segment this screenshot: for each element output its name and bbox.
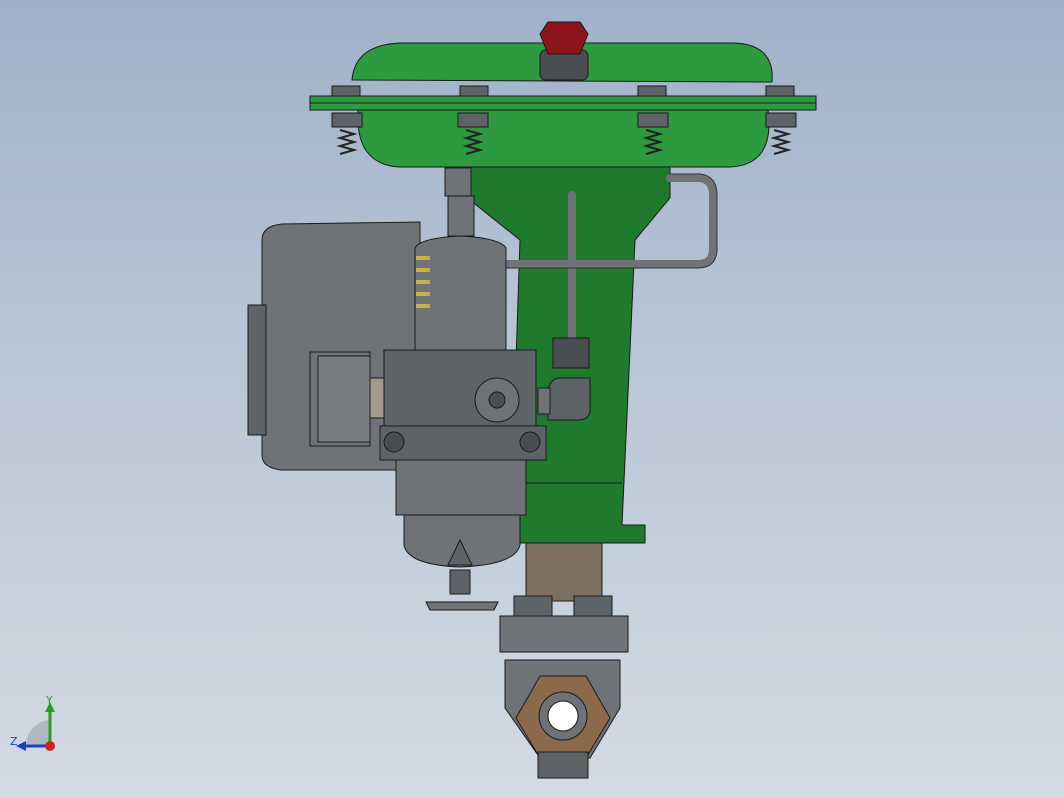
vent-cap [539,21,589,81]
z-axis-label: Z [10,735,18,748]
valve-body [504,659,621,779]
valve-stem [525,542,603,602]
packing-nuts [499,595,629,653]
cad-model-viewport[interactable] [0,0,1064,798]
y-axis-label: Y [45,696,53,707]
coordinate-triad: Y Z [10,696,55,751]
x-axis-dot [45,741,55,751]
